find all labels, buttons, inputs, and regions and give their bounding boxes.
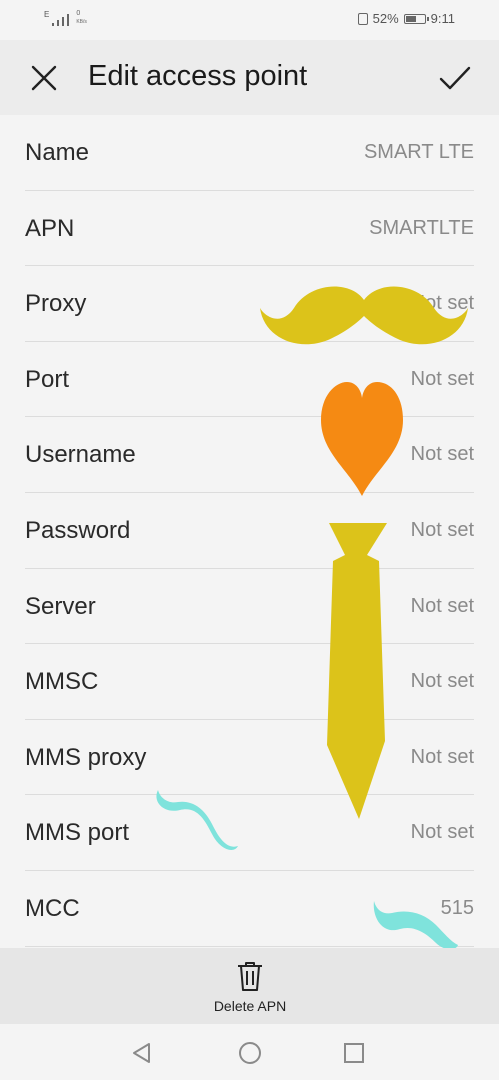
field-value: Not set [410,443,474,466]
signal-bar-icon [52,23,55,26]
field-label: Proxy [25,290,87,318]
field-row-username[interactable]: Username Not set [25,417,474,493]
field-label: MMS port [25,819,130,847]
field-row-mms-proxy[interactable]: MMS proxy Not set [25,720,474,796]
field-value: SMARTLTE [369,216,474,239]
signal-bar-icon [67,14,70,26]
field-row-apn[interactable]: APN SMARTLTE [25,191,474,267]
signal-indicator: E 0 KB/s [44,10,87,26]
check-icon[interactable] [439,64,471,92]
nav-home-icon[interactable] [238,1041,262,1065]
delete-apn-label: Delete APN [213,998,287,1014]
vibrate-icon [357,12,368,25]
status-right: 52% 9:11 [357,11,455,26]
app-bar: Edit access point [0,40,499,115]
field-row-mms-port[interactable]: MMS port Not set [25,795,474,871]
field-row-name[interactable]: Name SMART LTE [25,115,474,191]
field-value: Not set [410,745,474,768]
field-label: Name [25,139,90,166]
field-row-port[interactable]: Port Not set [25,342,474,418]
network-speed-value: 0 [76,10,81,17]
network-type: E [44,10,50,19]
field-value: Not set [410,670,474,693]
field-label: Server [25,592,96,620]
field-value: Not set [410,292,474,315]
clock: 9:11 [430,11,455,26]
battery-icon [403,13,429,24]
field-label: MMSC [25,668,99,696]
field-label: Username [25,441,136,469]
network-speed: 0 KB/s [76,10,87,26]
system-nav-bar [0,1024,499,1080]
nav-back-icon[interactable] [131,1042,153,1064]
nav-recents-icon[interactable] [343,1042,365,1064]
trash-icon [238,962,262,991]
delete-apn-button[interactable]: Delete APN [200,960,300,1020]
bottom-action-bar: Delete APN [0,948,499,1024]
field-label: Port [25,365,70,393]
field-label: Password [25,516,131,544]
field-value: Not set [410,821,474,844]
field-label: MMS proxy [25,743,147,771]
close-icon[interactable] [30,64,58,92]
field-value: Not set [410,518,474,541]
field-row-password[interactable]: Password Not set [25,493,474,569]
signal-bar-icon [62,17,65,26]
field-value: 515 [440,896,474,919]
field-value: SMART LTE [363,141,474,163]
page-title: Edit access point [88,60,308,92]
field-row-mcc[interactable]: MCC 515 [25,871,474,947]
field-row-server[interactable]: Server Not set [25,569,474,645]
field-value: Not set [410,594,474,617]
network-speed-unit: KB/s [76,19,87,25]
field-row-proxy[interactable]: Proxy Not set [25,266,474,342]
apn-field-list: Name SMART LTE APN SMARTLTE Proxy Not se… [0,115,499,947]
field-row-mmsc[interactable]: MMSC Not set [25,644,474,720]
field-value: Not set [410,367,474,390]
field-label: APN [25,214,75,242]
status-bar: E 0 KB/s 52% 9:11 [0,0,499,40]
battery-percent: 52% [372,11,399,26]
field-label: MCC [25,894,80,922]
signal-bar-icon [57,20,60,26]
